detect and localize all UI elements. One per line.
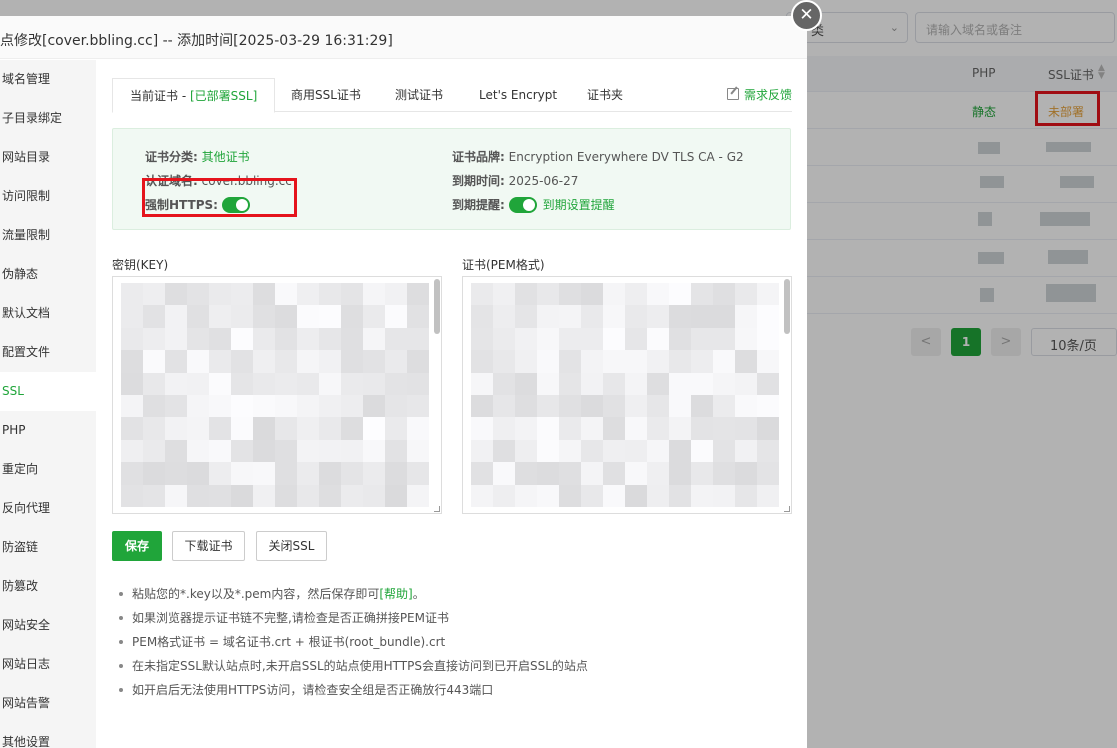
- sidebar-item[interactable]: SSL: [0, 372, 96, 411]
- sidebar-item[interactable]: 流量限制: [0, 216, 96, 255]
- edit-icon: [726, 88, 739, 100]
- site-settings-modal: 点修改[cover.bbling.cc] -- 添加时间[2025-03-29 …: [0, 16, 807, 748]
- close-ssl-button[interactable]: 关闭SSL: [256, 531, 327, 561]
- tab-lets-encrypt[interactable]: Let's Encrypt: [479, 78, 557, 112]
- sidebar-item[interactable]: 网站告警: [0, 684, 96, 723]
- key-label: 密钥(KEY): [112, 258, 169, 272]
- sidebar-item[interactable]: 访问限制: [0, 177, 96, 216]
- sidebar-item[interactable]: 网站日志: [0, 645, 96, 684]
- cert-label: 证书(PEM格式): [462, 258, 545, 272]
- cert-brand-label: 证书品牌:: [452, 150, 505, 164]
- settings-sidebar: 域名管理 子目录绑定 网站目录 访问限制 流量限制 伪静态 默认文档 配置文件 SSL PHP 重定…: [0, 60, 96, 748]
- tip-item: 粘贴您的*.key以及*.pem内容，然后保存即可[帮助]。: [116, 582, 792, 606]
- sidebar-item[interactable]: 域名管理: [0, 60, 96, 99]
- expire-reminder-link[interactable]: 到期设置提醒: [543, 198, 615, 212]
- cert-scrollbar[interactable]: [784, 279, 790, 334]
- cert-category-label: 证书分类:: [145, 150, 198, 164]
- sidebar-item[interactable]: 伪静态: [0, 255, 96, 294]
- cert-category: 证书分类: 其他证书: [145, 148, 250, 165]
- sidebar-item[interactable]: 网站目录: [0, 138, 96, 177]
- cert-expire: 到期时间: 2025-06-27: [452, 172, 578, 189]
- cert-brand-value: Encryption Everywhere DV TLS CA - G2: [508, 150, 744, 164]
- sidebar-item[interactable]: 其他设置: [0, 723, 96, 748]
- key-textarea[interactable]: [112, 276, 442, 514]
- tab-commercial-ssl[interactable]: 商用SSL证书: [291, 78, 361, 112]
- tip-item: 如果浏览器提示证书链不完整,请检查是否正确拼接PEM证书: [116, 606, 792, 630]
- tab-current-status: [已部署SSL]: [189, 89, 258, 103]
- feedback-link[interactable]: 需求反馈: [726, 78, 792, 112]
- cert-expire-value: 2025-06-27: [508, 174, 579, 188]
- tab-cert-folder[interactable]: 证书夹: [587, 78, 623, 112]
- force-https-highlight: [142, 178, 297, 217]
- sidebar-item[interactable]: 防盗链: [0, 528, 96, 567]
- cert-expire-label: 到期时间:: [452, 174, 505, 188]
- tip-item: 如开启后无法使用HTTPS访问，请检查安全组是否正确放行443端口: [116, 678, 792, 702]
- tab-current-label: 当前证书 -: [130, 89, 190, 103]
- cert-brand: 证书品牌: Encryption Everywhere DV TLS CA - …: [452, 148, 744, 165]
- blurred-key-content: [121, 283, 429, 507]
- ssl-tabs: 当前证书 - [已部署SSL] 商用SSL证书 测试证书 Let's Encry…: [112, 60, 792, 113]
- sidebar-item[interactable]: PHP: [0, 411, 96, 450]
- sidebar-item[interactable]: 反向代理: [0, 489, 96, 528]
- sidebar-item[interactable]: 子目录绑定: [0, 99, 96, 138]
- close-icon[interactable]: ✕: [791, 0, 822, 31]
- resize-handle-icon[interactable]: [784, 506, 790, 512]
- help-link[interactable]: [帮助]: [379, 587, 412, 601]
- blurred-cert-content: [471, 283, 779, 507]
- cert-textarea[interactable]: [462, 276, 792, 514]
- tip-item: PEM格式证书 = 域名证书.crt + 根证书(root_bundle).cr…: [116, 630, 792, 654]
- tips-list: 粘贴您的*.key以及*.pem内容，然后保存即可[帮助]。 如果浏览器提示证书…: [116, 582, 792, 702]
- cert-category-value: 其他证书: [201, 150, 250, 164]
- ssl-panel: 当前证书 - [已部署SSL] 商用SSL证书 测试证书 Let's Encry…: [112, 60, 792, 748]
- key-scrollbar[interactable]: [434, 279, 440, 334]
- save-button[interactable]: 保存: [112, 531, 162, 561]
- expire-reminder-label: 到期提醒:: [452, 198, 505, 212]
- sidebar-item[interactable]: 重定向: [0, 450, 96, 489]
- expire-reminder: 到期提醒: 到期设置提醒: [452, 196, 615, 213]
- resize-handle-icon[interactable]: [434, 506, 440, 512]
- modal-title: 点修改[cover.bbling.cc] -- 添加时间[2025-03-29 …: [0, 16, 807, 59]
- sidebar-item[interactable]: 网站安全: [0, 606, 96, 645]
- sidebar-item[interactable]: 防篡改: [0, 567, 96, 606]
- tip-text-end: 。: [412, 587, 425, 601]
- sidebar-item[interactable]: 配置文件: [0, 333, 96, 372]
- tip-item: 在未指定SSL默认站点时,未开启SSL的站点使用HTTPS会直接访问到已开启SS…: [116, 654, 792, 678]
- tip-text: 粘贴您的*.key以及*.pem内容，然后保存即可: [132, 587, 380, 601]
- tab-test-cert[interactable]: 测试证书: [395, 78, 443, 112]
- feedback-label: 需求反馈: [743, 88, 792, 102]
- tab-current-cert[interactable]: 当前证书 - [已部署SSL]: [112, 78, 276, 113]
- sidebar-item[interactable]: 默认文档: [0, 294, 96, 333]
- expire-reminder-toggle[interactable]: [508, 197, 537, 213]
- download-cert-button[interactable]: 下载证书: [172, 531, 245, 561]
